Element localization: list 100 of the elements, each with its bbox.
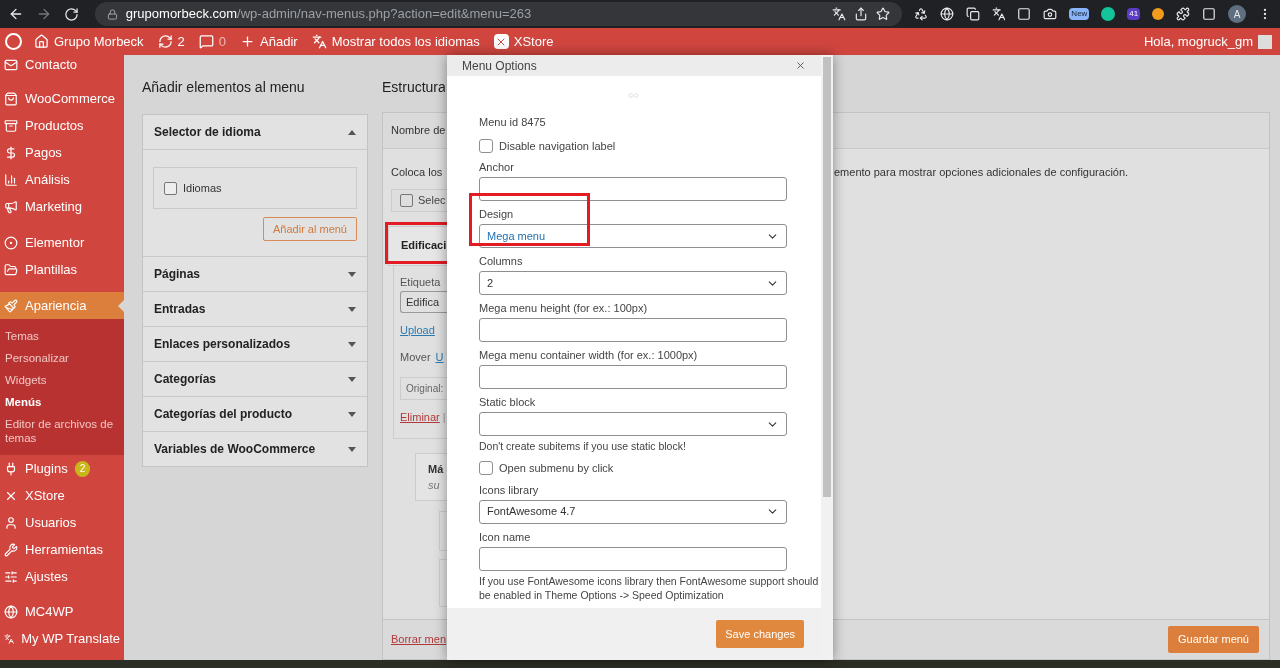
archive-icon	[4, 118, 18, 133]
text-input[interactable]	[479, 318, 787, 342]
extension-badge[interactable]: 41	[1127, 8, 1141, 20]
sliders-icon	[4, 569, 18, 584]
folder-icon	[4, 262, 18, 277]
accordion-header[interactable]: Entradas	[143, 292, 367, 326]
checkbox[interactable]	[479, 138, 493, 153]
pointer-notch	[118, 300, 124, 312]
delete-menu-link[interactable]: Borrar men	[391, 631, 446, 648]
sidebar-item[interactable]: Contacto	[0, 55, 124, 75]
bookmark-icon[interactable]	[875, 7, 890, 21]
text-input[interactable]	[479, 546, 787, 571]
admin-bar-item[interactable]: XStore	[493, 31, 554, 52]
save-changes-button[interactable]: Save changes	[716, 620, 804, 648]
select-dropdown[interactable]	[479, 412, 787, 436]
field-label: Columns	[479, 254, 524, 268]
original-label: Original:	[406, 382, 444, 396]
sidebar-item[interactable]: Ajustes	[0, 563, 124, 590]
refresh-icon	[157, 34, 173, 49]
select-dropdown[interactable]: Mega menu	[479, 224, 787, 248]
count-badge: 2	[74, 460, 91, 477]
sidebar-item[interactable]: Elementor	[0, 229, 124, 256]
submenu-item[interactable]: Temas	[0, 325, 124, 347]
sidepanel-icon[interactable]	[1202, 7, 1217, 21]
checkbox[interactable]	[164, 181, 177, 195]
translate-icon[interactable]	[991, 7, 1006, 21]
select-dropdown[interactable]: 2	[479, 271, 787, 295]
submenu-item[interactable]: Widgets	[0, 369, 124, 391]
sidebar-item[interactable]: Marketing	[0, 193, 124, 220]
admin-bar-item[interactable]: 0	[198, 31, 227, 52]
submenu-item[interactable]: Editor de archivos de temas	[0, 413, 124, 449]
field-label: Mega menu height (for ex.: 100px)	[479, 301, 649, 315]
caret-up-icon	[348, 129, 356, 135]
address-bar[interactable]: grupomorbeck.com/wp-admin/nav-menus.php?action=edit&menu=263	[94, 2, 902, 26]
separator-text: |	[442, 410, 446, 425]
mail-icon	[4, 58, 18, 72]
square-icon[interactable]	[1017, 7, 1032, 21]
admin-bar-item[interactable]: 2	[157, 31, 185, 52]
move-link[interactable]: U	[435, 348, 444, 365]
wordpress-logo[interactable]	[5, 33, 22, 50]
checkbox[interactable]	[479, 461, 493, 476]
back-icon[interactable]	[8, 6, 24, 22]
section-title: Añadir elementos al menu	[142, 78, 306, 97]
brush-icon	[4, 298, 18, 313]
puzzle-icon[interactable]	[1176, 7, 1191, 21]
translate-icon[interactable]	[831, 7, 846, 21]
sidebar-item[interactable]: Usuarios	[0, 509, 124, 536]
admin-bar-item[interactable]: Añadir	[240, 31, 298, 52]
sidebar-item[interactable]: Productos	[0, 112, 124, 139]
remove-link[interactable]: Eliminar	[400, 409, 440, 426]
sidebar-item[interactable]: Plantillas	[0, 256, 124, 283]
sidebar-item[interactable]: MC4WP	[0, 598, 124, 625]
bar-chart-icon	[4, 172, 18, 187]
sidebar-item[interactable]: Pagos	[0, 139, 124, 166]
sidebar-item[interactable]: My WP Translate	[0, 625, 124, 652]
add-to-menu-button[interactable]: Añadir al menú	[263, 217, 357, 241]
globe-icon[interactable]	[939, 7, 954, 21]
modal-title: Menu Options	[462, 57, 537, 75]
text-input[interactable]	[479, 365, 787, 389]
upload-link[interactable]: Upload	[400, 322, 449, 339]
sidebar-item[interactable]: Plugins 2	[0, 455, 124, 482]
sidebar-item[interactable]: XStore	[0, 482, 124, 509]
submenu-item[interactable]: Menús	[0, 391, 124, 413]
share-icon[interactable]	[853, 7, 868, 21]
checkbox[interactable]	[400, 193, 413, 207]
sidebar-item[interactable]: Análisis	[0, 166, 124, 193]
admin-bar-item[interactable]: Mostrar todos los idiomas	[311, 31, 480, 52]
reload-icon[interactable]	[63, 6, 79, 22]
copy-icon[interactable]	[965, 7, 980, 21]
checkbox-label: Selec	[418, 192, 446, 208]
accordion-header[interactable]: Categorías del producto	[143, 397, 367, 431]
wrench-icon	[4, 542, 18, 557]
greeting[interactable]: Hola, mogruck_gm	[1143, 31, 1253, 52]
submenu-item[interactable]: Personalizar	[0, 347, 124, 369]
scrollbar[interactable]	[821, 55, 833, 660]
accordion-header[interactable]: Selector de idioma	[143, 115, 367, 149]
extension-badge[interactable]: New	[1069, 8, 1090, 20]
camera-icon[interactable]	[1043, 7, 1058, 21]
plus-icon	[240, 34, 256, 49]
menu-item-title[interactable]: Má	[428, 460, 449, 477]
accordion-header[interactable]: Páginas	[143, 257, 367, 291]
accordion-header[interactable]: Categorías	[143, 362, 367, 396]
accordion-header[interactable]: Enlaces personalizados	[143, 327, 367, 361]
recycle-icon[interactable]	[913, 7, 928, 21]
menu-id-text: Menu id 8475	[479, 115, 547, 130]
moon-icon[interactable]	[1152, 8, 1165, 20]
save-menu-button[interactable]: Guardar menú	[1168, 626, 1259, 653]
select-dropdown[interactable]: FontAwesome 4.7	[479, 499, 787, 524]
avatar-icon[interactable]	[1258, 34, 1272, 49]
grammar-icon[interactable]	[1101, 7, 1116, 21]
admin-bar-item[interactable]: Grupo Morbeck	[34, 31, 144, 52]
sidebar-item[interactable]: WooCommerce	[0, 85, 124, 112]
move-label: Mover	[400, 349, 431, 365]
sidebar-item[interactable]: Herramientas	[0, 536, 124, 563]
sidebar-item[interactable]: Apariencia	[0, 292, 124, 319]
accordion-header[interactable]: Variables de WooCommerce	[143, 432, 367, 466]
field-label: Mega menu container width (for ex.: 1000px)	[479, 348, 699, 362]
close-icon[interactable]	[795, 60, 806, 71]
text-input[interactable]	[479, 177, 787, 201]
profile-avatar[interactable]: A	[1228, 5, 1246, 23]
